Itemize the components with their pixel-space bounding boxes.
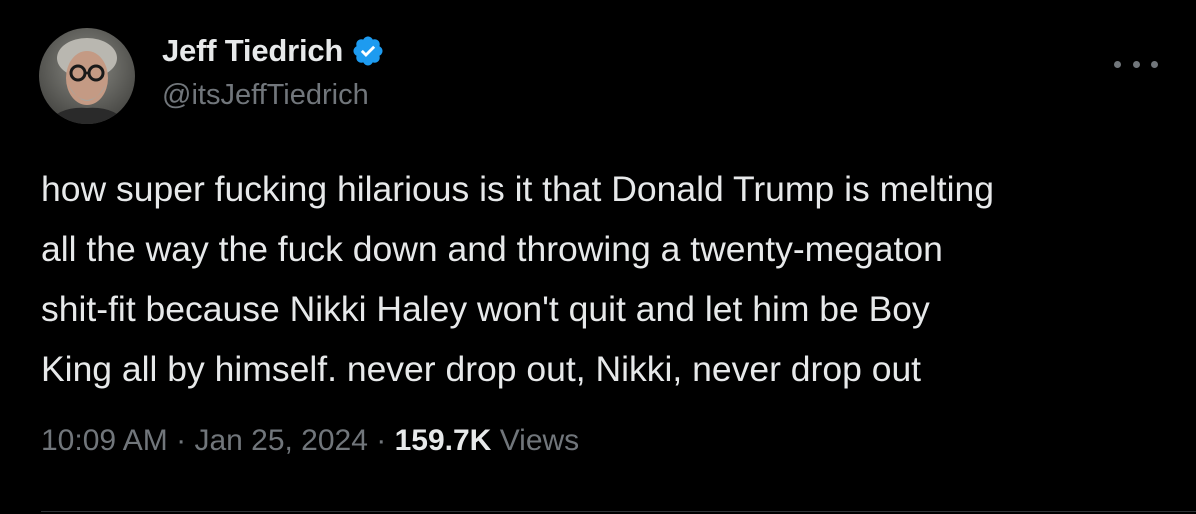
meta-separator: · bbox=[367, 424, 395, 457]
tweet-text: how super fucking hilarious is it that D… bbox=[41, 169, 995, 389]
tweet: Jeff Tiedrich @itsJeffTiedrich how super… bbox=[0, 0, 1196, 514]
more-dot bbox=[1151, 60, 1158, 68]
more-dot bbox=[1114, 60, 1121, 68]
views-count[interactable]: 159.7K bbox=[395, 424, 492, 457]
divider bbox=[41, 511, 1196, 512]
verified-badge-icon bbox=[351, 34, 385, 68]
more-dot bbox=[1132, 60, 1140, 68]
tweet-meta: 10:09 AM · Jan 25, 2024 · 159.7K Views bbox=[41, 424, 579, 458]
author-name-row: Jeff Tiedrich bbox=[162, 30, 385, 72]
display-name[interactable]: Jeff Tiedrich bbox=[162, 33, 343, 69]
avatar-photo bbox=[39, 28, 135, 124]
author-handle[interactable]: @itsJeffTiedrich bbox=[162, 79, 369, 112]
more-options-icon[interactable] bbox=[1112, 54, 1160, 74]
avatar[interactable] bbox=[39, 28, 135, 124]
tweet-date[interactable]: Jan 25, 2024 bbox=[194, 424, 367, 457]
views-label: Views bbox=[499, 424, 580, 457]
meta-separator: · bbox=[167, 424, 195, 457]
tweet-time[interactable]: 10:09 AM bbox=[41, 424, 168, 457]
